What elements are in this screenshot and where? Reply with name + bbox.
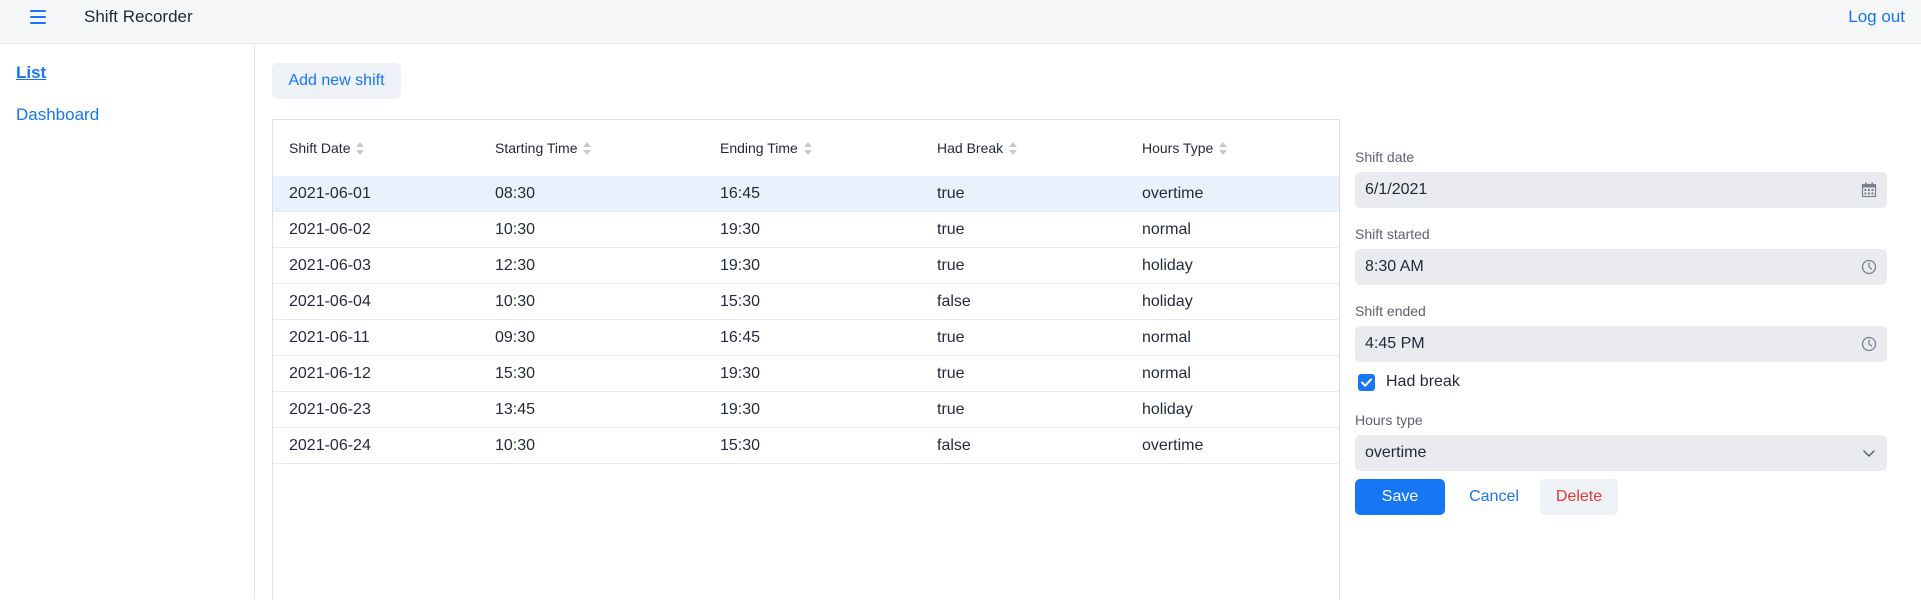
sort-icon [803, 142, 812, 156]
menu-icon[interactable] [28, 7, 48, 27]
cell-shift-date: 2021-06-11 [289, 329, 370, 346]
table-row[interactable]: 2021-06-02 10:30 19:30 true normal [273, 212, 1339, 248]
cell-ending-time: 15:30 [720, 293, 761, 310]
cell-ending-time: 15:30 [720, 437, 761, 454]
shift-date-value: 6/1/2021 [1365, 181, 1428, 198]
table-row[interactable]: 2021-06-11 09:30 16:45 true normal [273, 320, 1339, 356]
column-header-hours-type[interactable]: Hours Type [1142, 140, 1228, 156]
cell-shift-date: 2021-06-24 [289, 437, 371, 454]
cell-had-break: true [937, 257, 965, 274]
cell-starting-time: 13:45 [495, 401, 536, 418]
cell-ending-time: 19:30 [720, 401, 761, 418]
hours-type-label: Hours type [1355, 412, 1423, 428]
cell-starting-time: 09:30 [495, 329, 536, 346]
shift-ended-value: 4:45 PM [1365, 335, 1425, 352]
column-header-had-break[interactable]: Had Break [937, 140, 1018, 156]
hours-type-select[interactable]: overtime [1355, 435, 1887, 471]
sort-icon [356, 142, 365, 156]
shift-started-value: 8:30 AM [1365, 258, 1424, 275]
sort-icon [1219, 142, 1228, 156]
cell-had-break: false [937, 437, 971, 454]
cell-hours-type: overtime [1142, 185, 1204, 202]
chevron-down-icon[interactable] [1861, 445, 1877, 461]
column-header-starting-time[interactable]: Starting Time [495, 140, 592, 156]
clock-icon[interactable] [1861, 259, 1877, 275]
cell-shift-date: 2021-06-03 [289, 257, 371, 274]
table-row[interactable]: 2021-06-12 15:30 19:30 true normal [273, 356, 1339, 392]
column-header-shift-date[interactable]: Shift Date [289, 140, 365, 156]
cell-hours-type: overtime [1142, 437, 1204, 454]
shift-date-label: Shift date [1355, 149, 1415, 165]
had-break-checkbox[interactable] [1358, 374, 1375, 391]
column-header-ending-time[interactable]: Ending Time [720, 140, 812, 156]
had-break-label[interactable]: Had break [1386, 373, 1460, 391]
table-row[interactable]: 2021-06-04 10:30 15:30 false holiday [273, 284, 1339, 320]
cell-shift-date: 2021-06-04 [289, 293, 371, 310]
shift-started-label: Shift started [1355, 226, 1430, 242]
cell-shift-date: 2021-06-01 [289, 185, 371, 202]
sort-icon [1009, 142, 1018, 156]
cell-starting-time: 10:30 [495, 221, 536, 238]
cell-had-break: true [937, 401, 965, 418]
sort-icon [583, 142, 592, 156]
add-shift-button[interactable]: Add new shift [272, 63, 401, 99]
cell-hours-type: holiday [1142, 293, 1193, 310]
shift-ended-field[interactable]: 4:45 PM [1355, 326, 1887, 362]
cell-had-break: true [937, 329, 965, 346]
app-title: Shift Recorder [84, 7, 193, 26]
sidebar: List Dashboard [0, 44, 255, 599]
cancel-button[interactable]: Cancel [1458, 479, 1530, 515]
cell-shift-date: 2021-06-02 [289, 221, 371, 238]
cell-hours-type: normal [1142, 365, 1191, 382]
cell-had-break: true [937, 365, 965, 382]
app-header: Shift Recorder Log out [0, 0, 1921, 44]
cell-starting-time: 12:30 [495, 257, 536, 274]
grid-header: Shift Date Starting Time Ending Time Had… [273, 120, 1339, 177]
cell-ending-time: 19:30 [720, 257, 761, 274]
table-row[interactable]: 2021-06-23 13:45 19:30 true holiday [273, 392, 1339, 428]
table-row[interactable]: 2021-06-01 08:30 16:45 true overtime [273, 176, 1339, 212]
cell-starting-time: 08:30 [495, 185, 536, 202]
hours-type-value: overtime [1365, 444, 1427, 461]
cell-had-break: false [937, 293, 971, 310]
cell-starting-time: 10:30 [495, 437, 536, 454]
shift-ended-label: Shift ended [1355, 303, 1426, 319]
calendar-icon[interactable] [1861, 182, 1877, 198]
shifts-grid: Shift Date Starting Time Ending Time Had… [272, 119, 1340, 600]
cell-starting-time: 10:30 [495, 293, 536, 310]
logout-link[interactable]: Log out [1848, 7, 1905, 27]
save-button[interactable]: Save [1355, 479, 1445, 515]
cell-starting-time: 15:30 [495, 365, 536, 382]
clock-icon[interactable] [1861, 336, 1877, 352]
checkmark-icon [1361, 378, 1372, 387]
table-row[interactable]: 2021-06-24 10:30 15:30 false overtime [273, 428, 1339, 464]
cell-hours-type: holiday [1142, 257, 1193, 274]
cell-hours-type: normal [1142, 329, 1191, 346]
cell-hours-type: normal [1142, 221, 1191, 238]
cell-ending-time: 19:30 [720, 221, 761, 238]
cell-ending-time: 16:45 [720, 329, 761, 346]
delete-button[interactable]: Delete [1540, 479, 1618, 515]
cell-had-break: true [937, 221, 965, 238]
shift-date-field[interactable]: 6/1/2021 [1355, 172, 1887, 208]
shift-started-field[interactable]: 8:30 AM [1355, 249, 1887, 285]
sidebar-item-list[interactable]: List [16, 63, 46, 83]
cell-ending-time: 16:45 [720, 185, 761, 202]
cell-shift-date: 2021-06-12 [289, 365, 371, 382]
table-row[interactable]: 2021-06-03 12:30 19:30 true holiday [273, 248, 1339, 284]
cell-had-break: true [937, 185, 965, 202]
cell-hours-type: holiday [1142, 401, 1193, 418]
cell-ending-time: 19:30 [720, 365, 761, 382]
cell-shift-date: 2021-06-23 [289, 401, 371, 418]
sidebar-item-dashboard[interactable]: Dashboard [16, 105, 99, 125]
